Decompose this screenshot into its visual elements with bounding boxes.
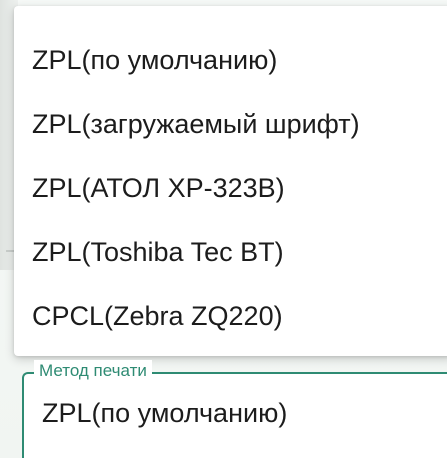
print-method-value: ZPL(по умолчанию) — [42, 398, 288, 428]
screen: ZPL(по умолчанию) ZPL(загружаемый шрифт)… — [0, 0, 447, 458]
print-method-field[interactable]: Метод печати ZPL(по умолчанию) — [22, 360, 447, 458]
menu-item-zpl-atol[interactable]: ZPL(АТОЛ XP-323B) — [14, 156, 447, 220]
menu-item-zpl-toshiba[interactable]: ZPL(Toshiba Tec BT) — [14, 220, 447, 284]
menu-item-cpcl-zebra[interactable]: CPCL(Zebra ZQ220) — [14, 284, 447, 348]
print-method-dropdown-menu: ZPL(по умолчанию) ZPL(загружаемый шрифт)… — [14, 6, 447, 356]
print-method-label: Метод печати — [34, 360, 152, 382]
menu-item-zpl-default[interactable]: ZPL(по умолчанию) — [14, 28, 447, 92]
menu-item-zpl-downloadable-font[interactable]: ZPL(загружаемый шрифт) — [14, 92, 447, 156]
